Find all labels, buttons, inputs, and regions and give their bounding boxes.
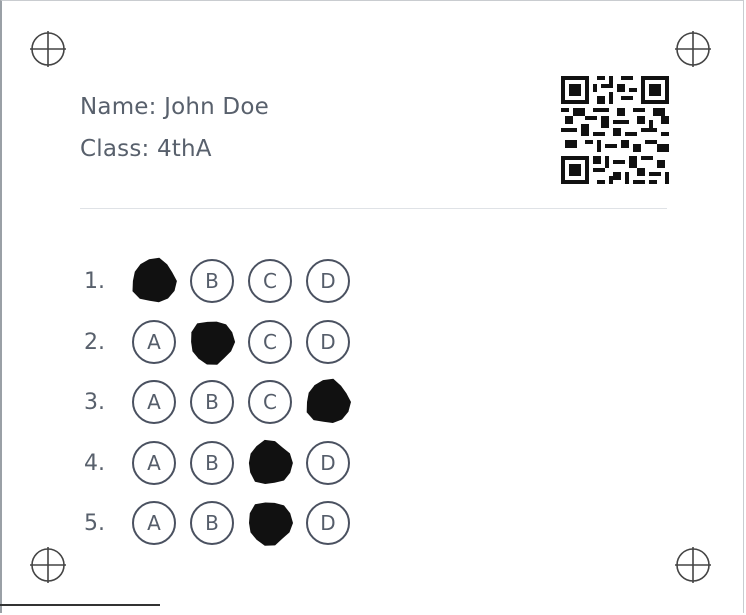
answer-bubble[interactable]: D <box>306 259 350 303</box>
answer-bubble[interactable]: D <box>306 501 350 545</box>
answer-bubble[interactable]: B <box>190 259 234 303</box>
question-number: 1. <box>84 269 105 294</box>
pencil-mark-icon <box>249 502 293 546</box>
answer-bubble-filled[interactable] <box>190 320 236 365</box>
answer-bubble[interactable]: B <box>190 380 234 424</box>
crosshair-icon <box>675 31 711 67</box>
pencil-mark-icon <box>306 378 351 423</box>
question-number: 3. <box>84 390 105 415</box>
answer-bubble-filled[interactable] <box>248 439 293 485</box>
answer-bubble[interactable]: D <box>306 319 350 364</box>
question-number: 2. <box>84 329 105 355</box>
crosshair-icon <box>675 547 711 583</box>
answer-bubble[interactable]: D <box>306 440 350 485</box>
header-divider <box>80 208 667 209</box>
answer-bubble[interactable]: A <box>132 440 176 485</box>
answer-bubble[interactable]: A <box>132 319 176 364</box>
answer-bubble[interactable]: C <box>248 319 292 364</box>
pencil-mark-icon <box>132 257 177 303</box>
answer-bubble-filled[interactable] <box>132 257 177 303</box>
question-number: 4. <box>84 450 105 476</box>
answer-bubble[interactable]: B <box>190 440 234 485</box>
student-name: Name: John Doe <box>80 94 269 120</box>
crosshair-icon <box>30 547 66 583</box>
pencil-mark-icon <box>248 439 293 484</box>
answer-bubble[interactable]: C <box>248 259 292 303</box>
answer-bubble-filled[interactable] <box>248 501 293 546</box>
qr-code-icon <box>561 76 669 184</box>
answer-bubble-filled[interactable] <box>306 378 351 424</box>
question-number: 5. <box>84 511 105 536</box>
scan-edge-line <box>0 604 160 606</box>
answer-bubble[interactable]: C <box>248 380 292 424</box>
student-class: Class: 4thA <box>80 136 212 162</box>
answer-bubble[interactable]: A <box>132 501 176 545</box>
crosshair-icon <box>30 31 66 67</box>
pencil-mark-icon <box>191 321 236 365</box>
answer-bubble[interactable]: A <box>132 380 176 424</box>
answer-bubble[interactable]: B <box>190 501 234 545</box>
